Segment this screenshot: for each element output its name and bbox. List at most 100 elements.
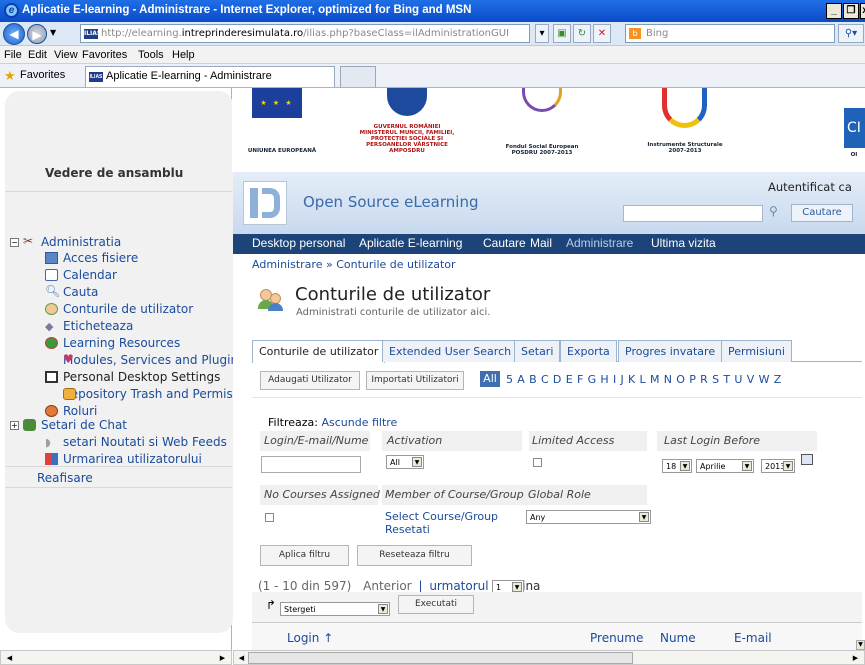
letter-filter[interactable]: 5 A B C D E F G H I J K L M N O P R S T … — [506, 373, 782, 386]
scroll-right-icon[interactable]: ▶ — [849, 652, 862, 664]
tab-extended-search[interactable]: Extended User Search — [382, 340, 519, 362]
sidebar-item-administratia[interactable]: ✂ Administratia — [23, 234, 121, 249]
import-users-button[interactable]: Importati Utilizatori — [366, 371, 464, 390]
reset-filter-button[interactable]: Reseteaza filtru — [357, 545, 472, 566]
day-select[interactable]: 18 ▼ — [662, 459, 692, 473]
sidebar-item-learning-resources[interactable]: Learning Resources — [45, 336, 180, 350]
sidebar-item-urmarirea[interactable]: Urmarirea utilizatorului — [45, 452, 202, 466]
scroll-left-icon[interactable]: ◀ — [3, 652, 16, 664]
sidebar-item-label: Acces fisiere — [63, 251, 139, 265]
menu-help[interactable]: Help — [172, 49, 195, 61]
main-horizontal-scrollbar[interactable]: ◀ ▶ — [233, 650, 865, 665]
sidebar-item-conturile[interactable]: Conturile de utilizator — [45, 302, 193, 316]
menu-view[interactable]: View — [54, 49, 78, 61]
sidebar-item-desktop-settings[interactable]: Personal Desktop Settings — [45, 370, 220, 384]
favorites-bar: ★ Favorites ILIAS Aplicatie E-learning -… — [0, 64, 865, 88]
calendar-picker-icon[interactable] — [801, 454, 813, 465]
search-go-icon[interactable]: ⚲▾ — [838, 24, 864, 43]
month-select[interactable]: Aprilie ▼ — [696, 459, 754, 473]
global-role-label: Global Role — [528, 488, 591, 501]
letter-filter-all[interactable]: All — [480, 371, 500, 387]
collapse-toggle[interactable]: − — [10, 238, 19, 247]
banner-right-logo: CI — [844, 108, 865, 148]
new-tab-button[interactable] — [340, 66, 376, 87]
select-course-link[interactable]: Select Course/Group — [385, 510, 498, 523]
close-button[interactable]: x — [860, 3, 865, 19]
address-dropdown-icon[interactable]: ▾ — [535, 24, 549, 43]
search-box[interactable]: b Bing — [625, 24, 835, 43]
tab-progres[interactable]: Progres invatare — [618, 340, 723, 362]
menu-edit[interactable]: Edit — [28, 49, 47, 61]
browser-tab[interactable]: ILIAS Aplicatie E-learning - Administrar… — [85, 66, 335, 87]
scroll-left-icon[interactable]: ◀ — [235, 652, 248, 664]
header-search-input[interactable] — [623, 205, 763, 222]
expand-toggle[interactable]: + — [10, 421, 19, 430]
tab-permisiuni[interactable]: Permisiuni — [721, 340, 792, 362]
limited-access-checkbox[interactable] — [533, 458, 542, 467]
column-prenume[interactable]: Prenume — [590, 631, 643, 645]
sidebar-item-modules[interactable]: ♥ Modules, Services and Plugins — [63, 353, 233, 367]
execute-button[interactable]: Executati — [398, 595, 474, 614]
site-favicon-icon: ILIAS — [84, 29, 102, 39]
scroll-thumb[interactable] — [248, 652, 633, 664]
action-select[interactable]: Stergeti ▼ — [280, 602, 390, 616]
menu-tools[interactable]: Tools — [138, 49, 164, 61]
next-link[interactable]: urmatorul — [429, 579, 488, 593]
nav-cautare[interactable]: Cautare — [483, 236, 526, 250]
refresh-icon[interactable]: ↻ — [573, 24, 591, 43]
stop-icon[interactable]: ✕ — [593, 24, 611, 43]
magnifier-icon[interactable]: ⚲ — [769, 204, 778, 218]
users-page-icon — [258, 287, 284, 311]
sidebar-item-eticheteaza[interactable]: ◆ Eticheteaza — [45, 319, 133, 333]
url-suffix: /ilias.php?baseClass=ilAdministrationGUI — [303, 28, 510, 39]
breadcrumb[interactable]: Administrare » Conturile de utilizator — [252, 258, 456, 271]
menu-favorites[interactable]: Favorites — [82, 49, 127, 61]
column-email[interactable]: E-mail — [734, 631, 772, 645]
column-nume[interactable]: Nume — [660, 631, 696, 645]
address-field[interactable]: ILIAS http://elearning.intreprinderesimu… — [80, 24, 530, 43]
sidebar-horizontal-scrollbar[interactable]: ◀ ▶ — [0, 650, 232, 665]
sidebar-item-web-feeds[interactable]: ◗ setari Noutati si Web Feeds — [45, 435, 227, 449]
nav-mail[interactable]: Mail — [530, 236, 552, 250]
search-placeholder: Bing — [646, 28, 669, 39]
sidebar-item-roluri[interactable]: Roluri — [45, 404, 97, 418]
scroll-right-icon[interactable]: ▶ — [216, 652, 229, 664]
minimize-button[interactable]: _ — [826, 3, 842, 19]
sidebar-item-cauta[interactable]: 🔍︎ Cauta — [45, 284, 98, 299]
history-dropdown-icon[interactable]: ▼ — [50, 28, 56, 37]
tab-setari[interactable]: Setari — [514, 340, 561, 362]
resetati-link[interactable]: Resetati — [385, 523, 430, 536]
column-login[interactable]: Login ↑ — [287, 631, 333, 645]
nav-desktop-personal[interactable]: Desktop personal — [252, 236, 345, 250]
no-courses-checkbox[interactable] — [265, 513, 274, 522]
menu-file[interactable]: File — [4, 49, 22, 61]
sidebar-item-label: Calendar — [63, 268, 117, 282]
vertical-scroll-down-icon[interactable]: ▼ — [856, 640, 865, 650]
activation-select[interactable]: All ▼ — [386, 455, 424, 469]
tab-conturile[interactable]: Conturile de utilizator — [252, 340, 386, 363]
sidebar-item-calendar[interactable]: Calendar — [45, 268, 117, 282]
tab-exporta[interactable]: Exporta — [560, 340, 617, 362]
sidebar-item-acces-fisiere[interactable]: Acces fisiere — [45, 251, 139, 265]
global-role-select[interactable]: Any ▼ — [526, 510, 651, 524]
sidebar-item-setari-chat[interactable]: Setari de Chat — [23, 418, 127, 432]
page-subtitle: Administrati conturile de utilizator aic… — [296, 307, 491, 318]
login-filter-input[interactable] — [261, 456, 361, 473]
sidebar-item-repository-trash[interactable]: Repository Trash and Permissions — [63, 387, 233, 401]
compatibility-icon[interactable]: ▣ — [553, 24, 571, 43]
favorites-label[interactable]: Favorites — [20, 69, 65, 81]
forward-button[interactable]: ▶ — [27, 24, 47, 44]
hide-filters-link[interactable]: Ascunde filtre — [321, 416, 397, 429]
maximize-button[interactable]: ❐ — [843, 3, 859, 19]
nav-ultima-vizita[interactable]: Ultima vizita — [651, 236, 716, 250]
nav-aplicatie[interactable]: Aplicatie E-learning — [359, 236, 462, 250]
apply-filter-button[interactable]: Aplica filtru — [260, 545, 349, 566]
favorites-star-icon[interactable]: ★ — [4, 68, 16, 84]
nav-administrare[interactable]: Administrare — [566, 236, 633, 250]
add-user-button[interactable]: Adaugati Utilizator — [260, 371, 360, 390]
back-button[interactable]: ◀ — [3, 23, 25, 45]
filter-heading: Filtreaza: Ascunde filtre — [268, 416, 397, 429]
header-search-button[interactable]: Cautare — [791, 204, 853, 222]
reafisare-link[interactable]: Reafisare — [5, 466, 232, 488]
year-select[interactable]: 2013 ▼ — [761, 459, 795, 473]
